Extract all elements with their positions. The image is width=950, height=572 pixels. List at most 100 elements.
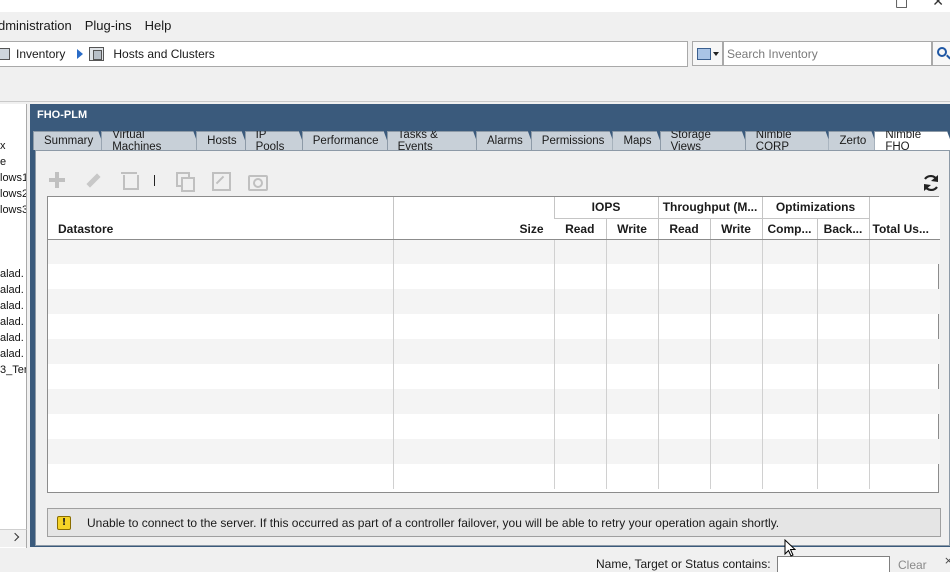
breadcrumb-inventory[interactable]: Inventory bbox=[16, 47, 65, 61]
add-icon[interactable] bbox=[48, 171, 66, 189]
tab-nimble-fho[interactable]: Nimble FHO bbox=[874, 131, 950, 150]
table-cell bbox=[392, 414, 554, 439]
tab-performance[interactable]: Performance bbox=[302, 131, 391, 150]
tab-maps[interactable]: Maps bbox=[612, 131, 663, 150]
table-cell bbox=[761, 314, 818, 339]
window-title-strip: □ ✕ bbox=[0, 0, 950, 12]
column-header-size[interactable]: Size bbox=[392, 197, 554, 240]
tree-item[interactable]: alad. bbox=[0, 331, 24, 345]
refresh-button[interactable] bbox=[921, 173, 941, 193]
table-row[interactable] bbox=[48, 239, 941, 264]
column-header-iops-write[interactable]: Write bbox=[605, 218, 658, 240]
column-header-compression[interactable]: Comp... bbox=[761, 218, 818, 240]
table-cell bbox=[392, 314, 554, 339]
table-cell bbox=[392, 239, 554, 264]
table-cell bbox=[761, 339, 818, 364]
table-row[interactable] bbox=[48, 264, 941, 289]
table-cell bbox=[553, 339, 606, 364]
tab-permissions[interactable]: Permissions bbox=[531, 131, 617, 150]
inventory-tree: x e lows1 lows2 lows3 alad. alad. alad. … bbox=[0, 104, 27, 548]
tab-virtual-machines[interactable]: Virtual Machines bbox=[101, 131, 200, 150]
tab-storage-views[interactable]: Storage Views bbox=[660, 131, 749, 150]
table-row[interactable] bbox=[48, 414, 941, 439]
table-cell bbox=[816, 239, 870, 264]
table-cell bbox=[709, 389, 763, 414]
table-cell bbox=[709, 464, 763, 489]
search-scope-dropdown[interactable] bbox=[692, 41, 723, 66]
tree-item[interactable]: lows2 bbox=[0, 187, 26, 201]
column-header-throughput-read[interactable]: Read bbox=[657, 218, 710, 240]
tree-item[interactable]: alad. bbox=[0, 347, 24, 361]
table-row[interactable] bbox=[48, 389, 941, 414]
column-header-datastore[interactable]: Datastore bbox=[48, 197, 393, 240]
tree-item[interactable]: alad. bbox=[0, 315, 24, 329]
table-cell bbox=[605, 389, 658, 414]
table-row[interactable] bbox=[48, 339, 941, 364]
table-cell bbox=[392, 264, 554, 289]
maximize-icon[interactable]: □ bbox=[895, 0, 908, 10]
table-row[interactable] bbox=[48, 314, 941, 339]
search-button[interactable] bbox=[932, 41, 950, 66]
edit-icon[interactable] bbox=[84, 171, 102, 189]
tree-item[interactable]: alad. bbox=[0, 299, 24, 313]
breadcrumb-arrow-icon[interactable] bbox=[77, 49, 84, 59]
table-row[interactable] bbox=[48, 364, 941, 389]
close-icon[interactable]: × bbox=[944, 554, 950, 567]
search-icon-handle bbox=[946, 54, 950, 60]
clone-icon[interactable] bbox=[175, 171, 195, 192]
tab-hosts[interactable]: Hosts bbox=[196, 131, 248, 150]
tree-item[interactable]: x bbox=[0, 139, 6, 153]
table-cell bbox=[709, 364, 763, 389]
column-header-total-usage[interactable]: Total Us... bbox=[868, 197, 941, 240]
column-header-throughput-write[interactable]: Write bbox=[709, 218, 763, 240]
tree-item[interactable]: e bbox=[0, 155, 6, 169]
table-cell bbox=[392, 389, 554, 414]
menu-administration[interactable]: dministration bbox=[0, 18, 79, 33]
table-cell bbox=[657, 389, 710, 414]
resize-icon[interactable] bbox=[211, 171, 231, 191]
status-message-text: Unable to connect to the server. If this… bbox=[87, 515, 780, 530]
nimble-fho-content: Datastore Size IOPS Throughput (M... Opt… bbox=[35, 150, 950, 546]
tree-item[interactable]: lows3 bbox=[0, 203, 26, 217]
table-row[interactable] bbox=[48, 439, 941, 464]
tab-ip-pools[interactable]: IP Pools bbox=[245, 131, 306, 150]
table-cell bbox=[761, 264, 818, 289]
snapshot-icon[interactable] bbox=[247, 171, 268, 191]
table-row[interactable] bbox=[48, 464, 941, 489]
scroll-right-icon[interactable] bbox=[10, 532, 20, 542]
table-cell bbox=[48, 314, 393, 339]
column-header-iops-read[interactable]: Read bbox=[554, 218, 606, 240]
tab-alarms[interactable]: Alarms bbox=[476, 131, 535, 150]
table-row[interactable] bbox=[48, 289, 941, 314]
table-cell bbox=[761, 239, 818, 264]
tab-tasks-events[interactable]: Tasks & Events bbox=[387, 131, 480, 150]
group-header-optimizations: Optimizations bbox=[761, 197, 870, 219]
column-header-backup[interactable]: Back... bbox=[816, 218, 870, 240]
filter-criteria-dropdown[interactable]: Name, Target or Status contains: bbox=[596, 557, 784, 571]
filter-input[interactable] bbox=[777, 556, 890, 572]
tree-horizontal-scrollbar[interactable] bbox=[0, 529, 27, 547]
menu-help[interactable]: Help bbox=[145, 18, 179, 33]
tree-item[interactable]: alad. bbox=[0, 283, 24, 297]
clear-button[interactable]: Clear bbox=[898, 558, 927, 572]
tab-summary[interactable]: Summary bbox=[33, 131, 105, 150]
table-cell bbox=[553, 289, 606, 314]
table-cell bbox=[392, 464, 554, 489]
search-inventory-input[interactable] bbox=[723, 41, 932, 66]
table-cell bbox=[709, 414, 763, 439]
tree-item[interactable]: alad. bbox=[0, 267, 24, 281]
table-cell bbox=[605, 414, 658, 439]
tree-item[interactable]: 3_Ter bbox=[0, 363, 26, 377]
tree-item[interactable]: lows1 bbox=[0, 171, 26, 185]
tab-nimble-corp[interactable]: Nimble CORP bbox=[745, 131, 833, 150]
breadcrumb-hosts-and-clusters[interactable]: Hosts and Clusters bbox=[113, 47, 214, 61]
table-cell bbox=[605, 289, 658, 314]
navigation-row: Inventory Hosts and Clusters bbox=[0, 40, 950, 68]
close-window-icon[interactable]: ✕ bbox=[932, 0, 944, 10]
menu-plugins[interactable]: Plug-ins bbox=[85, 18, 139, 33]
table-cell bbox=[657, 464, 710, 489]
delete-icon[interactable] bbox=[120, 171, 139, 190]
table-cell bbox=[816, 389, 870, 414]
tab-zerto[interactable]: Zerto bbox=[828, 131, 878, 150]
hosts-and-clusters-icon bbox=[89, 47, 105, 61]
